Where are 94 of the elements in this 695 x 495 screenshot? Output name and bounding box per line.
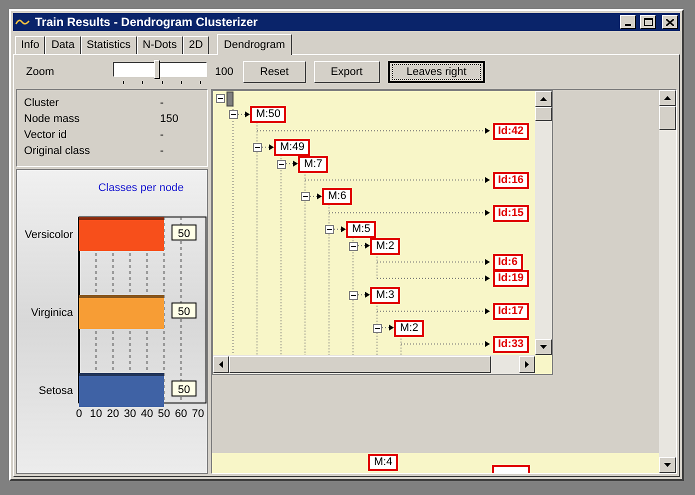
up-arrow-icon bbox=[540, 97, 547, 101]
right-arrow-icon bbox=[525, 361, 529, 368]
button[interactable]: Reset bbox=[243, 61, 306, 83]
connector-arrow bbox=[238, 111, 250, 118]
scroll-thumb[interactable] bbox=[535, 107, 552, 121]
info-label: Original class bbox=[24, 144, 92, 159]
expander-icon[interactable] bbox=[325, 225, 334, 234]
data-label: 50 bbox=[178, 384, 190, 396]
button[interactable]: Leaves right bbox=[388, 61, 486, 83]
connector-arrow bbox=[358, 292, 370, 298]
expander-icon[interactable] bbox=[301, 192, 310, 202]
tree-node[interactable]: Id:17 bbox=[493, 303, 529, 320]
series-label: Virginica bbox=[31, 307, 73, 319]
connector-arrow bbox=[310, 193, 322, 200]
tick-label: 70 bbox=[192, 408, 204, 420]
tree-node[interactable]: Id:16 bbox=[493, 172, 529, 189]
info-label: Node mass bbox=[24, 112, 81, 127]
connector-arrow bbox=[334, 226, 346, 232]
tree-node[interactable]: M:2 bbox=[370, 238, 400, 255]
tree-node[interactable]: M:6 bbox=[322, 188, 352, 206]
tab[interactable]: Dendrogram bbox=[216, 34, 292, 55]
zoom-value: 100 bbox=[215, 64, 234, 80]
chart-title: Classes per node bbox=[98, 182, 184, 194]
expander-icon[interactable] bbox=[373, 324, 382, 333]
info-label: Vector id bbox=[24, 128, 68, 143]
tree-node[interactable]: M:50 bbox=[250, 106, 286, 124]
info-value: 150 bbox=[160, 112, 178, 127]
maximize-button[interactable] bbox=[640, 15, 656, 29]
tab[interactable]: N-Dots bbox=[136, 36, 183, 54]
scroll-down-button[interactable] bbox=[659, 457, 676, 473]
tab[interactable]: 2D bbox=[182, 36, 209, 54]
vertical-scrollbar[interactable] bbox=[535, 91, 552, 355]
connector-arrow bbox=[286, 160, 298, 167]
tick-label: 20 bbox=[106, 408, 120, 420]
tree-node[interactable]: Id:33 bbox=[493, 336, 529, 353]
scroll-thumb[interactable] bbox=[659, 106, 676, 130]
data-label: 50 bbox=[178, 228, 190, 240]
expander-icon[interactable] bbox=[349, 290, 358, 300]
tree-node[interactable]: Id:15 bbox=[493, 204, 529, 222]
info-value: - bbox=[160, 96, 164, 111]
data-label: 50 bbox=[172, 380, 196, 396]
series-label: Versicolor bbox=[24, 229, 73, 241]
scroll-down-button[interactable] bbox=[535, 339, 552, 355]
scroll-up-button[interactable] bbox=[659, 90, 676, 106]
tree-node[interactable]: Id:19 bbox=[493, 270, 529, 288]
tree-node[interactable]: M:3 bbox=[370, 286, 400, 304]
tick-label: 60 bbox=[174, 408, 188, 420]
connector-arrow bbox=[382, 324, 394, 331]
info-label: Cluster bbox=[24, 96, 60, 111]
tick-label: 0 bbox=[76, 408, 82, 420]
tree-node[interactable]: Id:42 bbox=[493, 122, 529, 140]
minimize-button[interactable] bbox=[620, 15, 636, 29]
connector-arrow bbox=[262, 144, 274, 150]
zoom-label: Zoom bbox=[26, 64, 56, 80]
up-arrow-icon bbox=[664, 96, 671, 100]
tick-label: 10 bbox=[90, 408, 102, 420]
info-value: - bbox=[160, 144, 164, 159]
button[interactable]: Export bbox=[314, 61, 380, 83]
vertical-scrollbar[interactable] bbox=[659, 90, 676, 473]
data-label: 50 bbox=[172, 224, 196, 240]
tab[interactable]: Statistics bbox=[80, 36, 137, 54]
scroll-up-button[interactable] bbox=[535, 91, 552, 107]
tick-label: 40 bbox=[140, 408, 154, 420]
info-value: - bbox=[160, 128, 164, 143]
tree-node[interactable]: M:2 bbox=[394, 320, 424, 337]
tree-node[interactable]: Id:6 bbox=[493, 254, 523, 271]
data-label: 50 bbox=[178, 306, 190, 318]
scroll-thumb[interactable] bbox=[229, 356, 491, 373]
close-button[interactable] bbox=[662, 15, 678, 29]
horizontal-scrollbar[interactable] bbox=[213, 355, 535, 374]
zoom-slider[interactable] bbox=[113, 60, 209, 84]
expander-icon[interactable] bbox=[229, 110, 238, 120]
scroll-right-button[interactable] bbox=[519, 356, 535, 373]
tick-label: 30 bbox=[124, 408, 136, 420]
left-arrow-icon bbox=[219, 361, 223, 368]
window-title: Train Results - Dendrogram Clusterizer bbox=[35, 14, 259, 31]
tick-label: 50 bbox=[158, 408, 170, 420]
scroll-left-button[interactable] bbox=[213, 356, 229, 373]
data-label: 50 bbox=[172, 302, 196, 318]
tab[interactable]: Data bbox=[45, 36, 81, 54]
close-icon bbox=[666, 18, 674, 26]
tree-node[interactable]: M:49 bbox=[274, 139, 310, 156]
tree-node[interactable]: M:5 bbox=[346, 221, 376, 238]
connector-arrow bbox=[358, 242, 370, 249]
expander-icon[interactable] bbox=[216, 94, 225, 103]
tree-node[interactable]: M:4 bbox=[368, 454, 398, 471]
expander-icon[interactable] bbox=[253, 143, 262, 152]
down-arrow-icon bbox=[540, 345, 547, 349]
down-arrow-icon bbox=[664, 463, 671, 467]
tree-node[interactable]: M:7 bbox=[298, 156, 328, 173]
series-label: Setosa bbox=[38, 385, 73, 397]
expander-icon[interactable] bbox=[349, 242, 358, 251]
tab[interactable]: Info bbox=[15, 36, 46, 54]
expander-icon[interactable] bbox=[277, 160, 286, 169]
